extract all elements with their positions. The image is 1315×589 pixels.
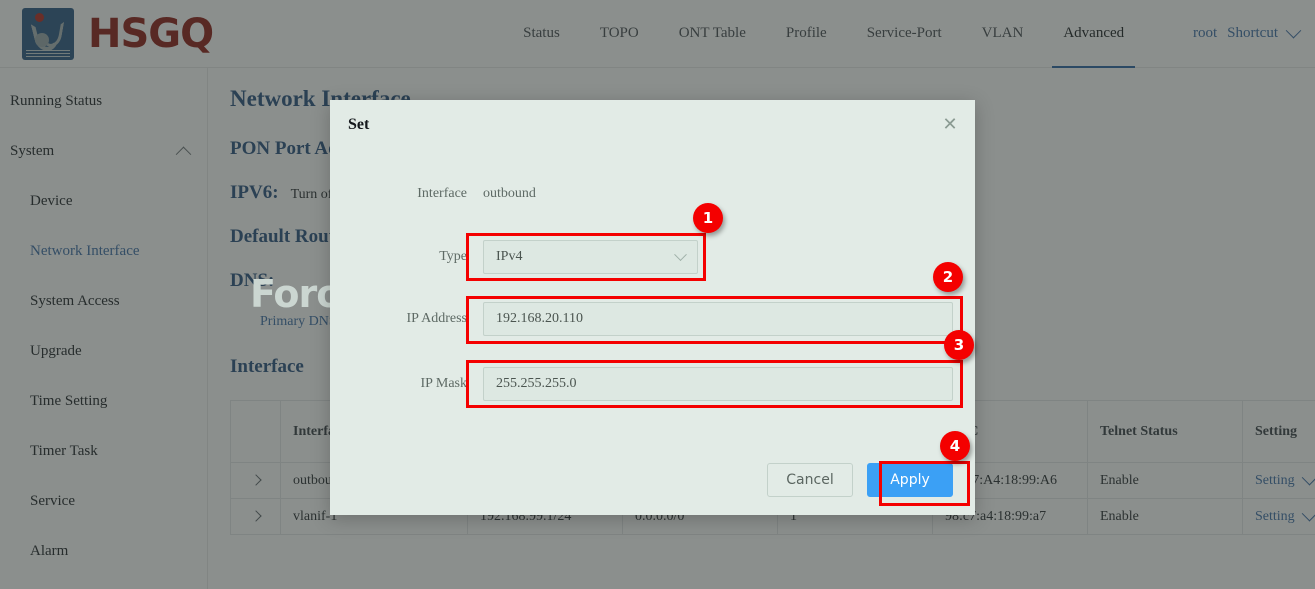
set-interface-modal: Set ✕ Interface outbound Type IPv4 IP Ad… — [330, 100, 975, 515]
chevron-down-icon[interactable] — [674, 248, 687, 261]
badge-3: 3 — [944, 330, 974, 360]
ip-address-input[interactable]: 192.168.20.110 — [483, 302, 953, 336]
field-interface: Interface outbound — [330, 186, 660, 202]
ip-mask-input[interactable]: 255.255.255.0 — [483, 367, 953, 401]
type-select-value: IPv4 — [496, 249, 522, 265]
ip-address-value: 192.168.20.110 — [496, 311, 583, 327]
app-root: HSGQ Status TOPO ONT Table Profile Servi… — [0, 0, 1315, 589]
type-select[interactable]: IPv4 — [483, 240, 698, 274]
badge-1: 1 — [693, 203, 723, 233]
field-type: Type IPv4 — [330, 240, 830, 274]
badge-4: 4 — [940, 431, 970, 461]
field-ip-address-label: IP Address — [330, 311, 467, 327]
field-ip-mask: IP Mask 255.255.255.0 — [330, 367, 960, 401]
field-ip-mask-label: IP Mask — [330, 376, 467, 392]
field-type-label: Type — [330, 249, 467, 265]
field-interface-value: outbound — [483, 186, 536, 202]
field-interface-label: Interface — [330, 186, 467, 202]
field-ip-address: IP Address 192.168.20.110 — [330, 302, 960, 336]
apply-button[interactable]: Apply — [867, 463, 953, 497]
modal-title: Set — [348, 116, 369, 134]
badge-2: 2 — [933, 262, 963, 292]
modal-footer: Cancel Apply — [330, 463, 953, 497]
ip-mask-value: 255.255.255.0 — [496, 376, 577, 392]
cancel-button[interactable]: Cancel — [767, 463, 853, 497]
close-icon[interactable]: ✕ — [939, 114, 961, 136]
